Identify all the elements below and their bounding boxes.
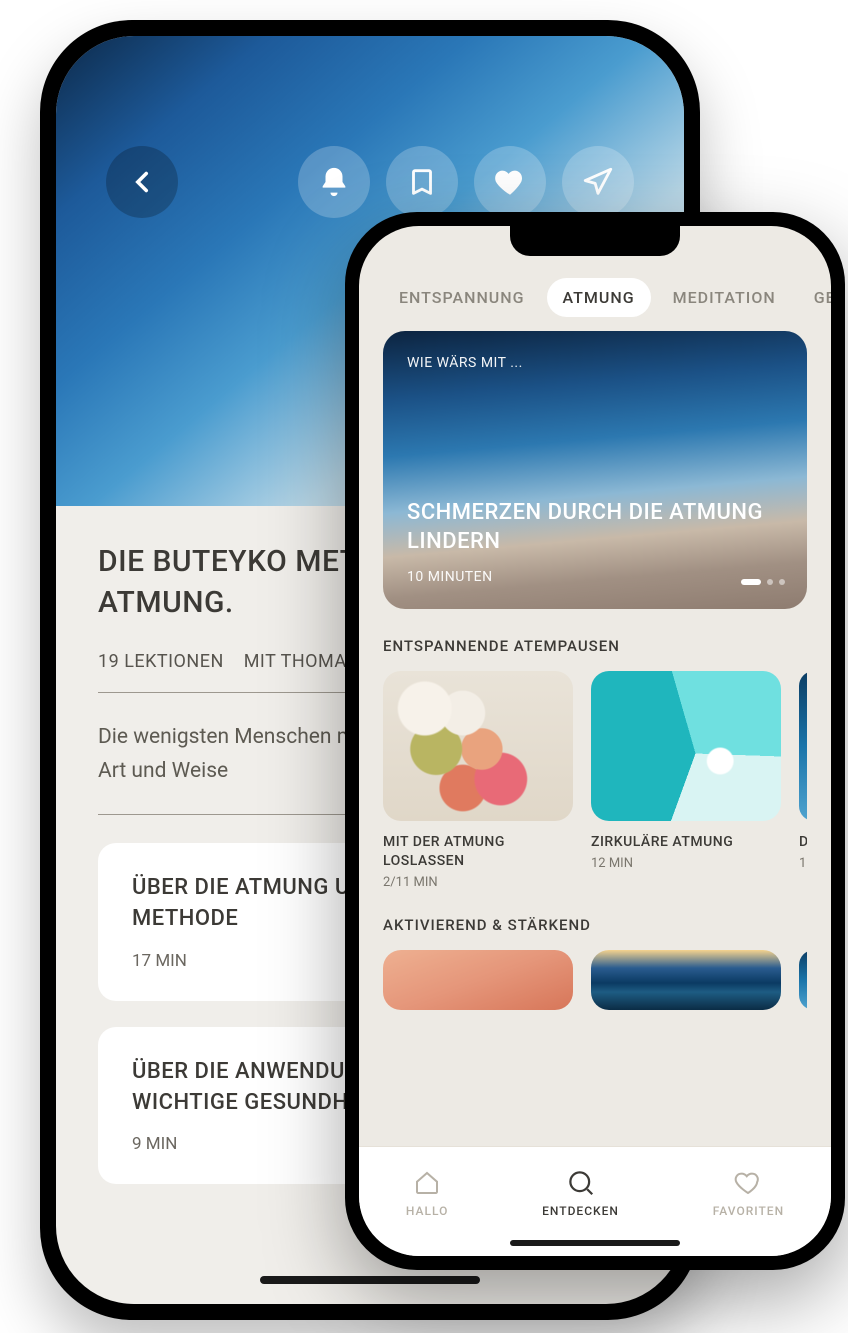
item-title: D xyxy=(799,833,807,852)
nav-label: FAVORITEN xyxy=(713,1204,784,1218)
content-item[interactable] xyxy=(383,950,573,1010)
bottom-nav: HALLO ENTDECKEN FAVORITEN xyxy=(359,1146,831,1256)
nav-label: HALLO xyxy=(406,1204,448,1218)
carousel-dot-active xyxy=(741,579,761,585)
section-title: AKTIVIEREND & STÄRKEND xyxy=(383,916,807,934)
item-duration: 12 MIN xyxy=(591,856,781,871)
carousel-dot xyxy=(767,579,773,585)
content-item[interactable]: ZIRKULÄRE ATMUNG 12 MIN xyxy=(591,671,781,890)
tab-atmung[interactable]: ATMUNG xyxy=(547,278,651,317)
item-thumbnail xyxy=(383,950,573,1010)
share-button[interactable] xyxy=(562,146,634,218)
lesson-count: 19 LEKTIONEN xyxy=(98,651,224,672)
carousel-dot xyxy=(779,579,785,585)
heart-icon xyxy=(733,1168,763,1198)
home-indicator xyxy=(510,1240,680,1246)
favorite-button[interactable] xyxy=(474,146,546,218)
item-row[interactable]: MIT DER ATMUNG LOSLASSEN 2/11 MIN ZIRKUL… xyxy=(383,671,807,890)
tab-meditation[interactable]: MEDITATION xyxy=(657,278,792,317)
content-item[interactable]: D 11 xyxy=(799,671,807,890)
bookmark-button[interactable] xyxy=(386,146,458,218)
content-item[interactable] xyxy=(591,950,781,1010)
featured-duration: 10 MINUTEN xyxy=(407,569,783,585)
tab-entspannung[interactable]: ENTSPANNUNG xyxy=(383,278,541,317)
item-duration: 11 xyxy=(799,856,807,871)
phone-front-screen: ENTSPANNUNG ATMUNG MEDITATION GES WIE WÄ… xyxy=(359,226,831,1256)
featured-eyebrow: WIE WÄRS MIT ... xyxy=(407,355,783,371)
content-item[interactable]: MIT DER ATMUNG LOSLASSEN 2/11 MIN xyxy=(383,671,573,890)
item-row[interactable] xyxy=(383,950,807,1010)
content-item[interactable] xyxy=(799,950,807,1010)
nav-hallo[interactable]: HALLO xyxy=(406,1168,448,1218)
item-title: ZIRKULÄRE ATMUNG xyxy=(591,833,781,852)
item-thumbnail xyxy=(799,671,807,821)
bell-icon xyxy=(317,165,351,199)
nav-label: ENTDECKEN xyxy=(542,1204,619,1218)
notifications-button[interactable] xyxy=(298,146,370,218)
phone-frame-front: ENTSPANNUNG ATMUNG MEDITATION GES WIE WÄ… xyxy=(345,212,845,1270)
device-notch xyxy=(510,226,680,256)
bookmark-icon xyxy=(405,165,439,199)
search-icon xyxy=(566,1168,596,1198)
nav-entdecken[interactable]: ENTDECKEN xyxy=(542,1168,619,1218)
section-title: ENTSPANNENDE ATEMPAUSEN xyxy=(383,637,807,655)
featured-title: SCHMERZEN DURCH DIE ATMUNG LINDERN xyxy=(407,498,783,557)
heart-icon xyxy=(493,165,527,199)
nav-favoriten[interactable]: FAVORITEN xyxy=(713,1168,784,1218)
item-thumbnail xyxy=(383,671,573,821)
item-thumbnail xyxy=(591,950,781,1010)
course-header-controls xyxy=(56,146,684,218)
item-thumbnail xyxy=(799,950,807,1010)
chevron-left-icon xyxy=(125,165,159,199)
home-icon xyxy=(412,1168,442,1198)
item-title: MIT DER ATMUNG LOSLASSEN xyxy=(383,833,573,871)
home-indicator xyxy=(260,1276,480,1284)
back-button[interactable] xyxy=(106,146,178,218)
send-icon xyxy=(581,165,615,199)
carousel-indicator xyxy=(741,579,785,585)
item-duration: 2/11 MIN xyxy=(383,875,573,890)
tab-more[interactable]: GES xyxy=(798,278,831,317)
item-thumbnail xyxy=(591,671,781,821)
featured-card[interactable]: WIE WÄRS MIT ... SCHMERZEN DURCH DIE ATM… xyxy=(383,331,807,609)
